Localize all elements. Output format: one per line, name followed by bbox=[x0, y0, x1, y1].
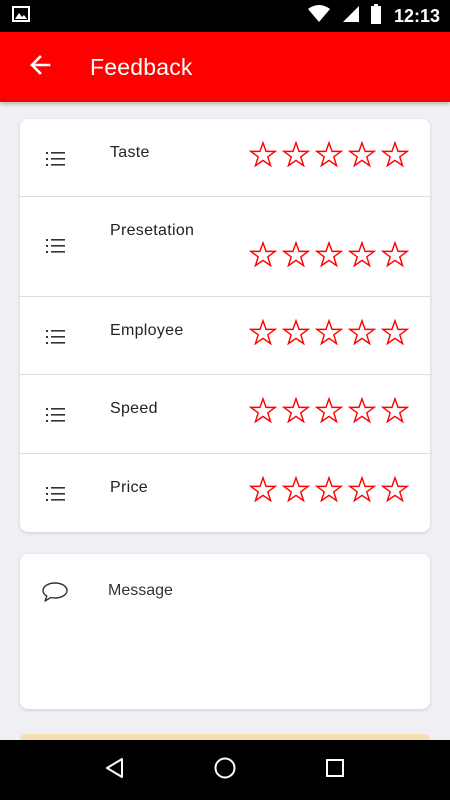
back-triangle-icon bbox=[104, 757, 126, 784]
star-icon[interactable] bbox=[282, 141, 310, 169]
rating-label: Price bbox=[110, 479, 148, 496]
nav-home-button[interactable] bbox=[205, 750, 245, 790]
star-icon[interactable] bbox=[315, 397, 343, 425]
image-icon bbox=[12, 5, 30, 27]
star-icon[interactable] bbox=[348, 141, 376, 169]
rating-label: Presetation bbox=[110, 222, 195, 239]
wifi-icon bbox=[307, 4, 330, 28]
nav-recents-button[interactable] bbox=[315, 750, 355, 790]
message-input[interactable] bbox=[108, 582, 408, 682]
star-icon[interactable] bbox=[282, 476, 310, 504]
star-icon[interactable] bbox=[381, 397, 409, 425]
list-icon bbox=[44, 403, 68, 427]
nav-back-button[interactable] bbox=[95, 750, 135, 790]
star-icon[interactable] bbox=[282, 397, 310, 425]
list-icon bbox=[44, 147, 68, 171]
star-icon[interactable] bbox=[381, 141, 409, 169]
list-icon bbox=[44, 482, 68, 506]
star-icon[interactable] bbox=[315, 241, 343, 269]
signal-icon bbox=[340, 5, 360, 28]
star-icon[interactable] bbox=[348, 319, 376, 347]
recents-square-icon bbox=[324, 757, 346, 784]
rating-label: Taste bbox=[110, 144, 150, 161]
chat-bubble-icon bbox=[41, 580, 69, 604]
rating-row-employee: Employee bbox=[20, 297, 430, 375]
star-icon[interactable] bbox=[348, 397, 376, 425]
rating-label: Employee bbox=[110, 322, 184, 339]
page-title: Feedback bbox=[90, 53, 193, 80]
star-icon[interactable] bbox=[315, 476, 343, 504]
list-icon bbox=[44, 234, 68, 258]
star-icon[interactable] bbox=[381, 319, 409, 347]
message-card bbox=[20, 554, 430, 709]
star-icon[interactable] bbox=[249, 319, 277, 347]
star-icon[interactable] bbox=[249, 241, 277, 269]
star-icon[interactable] bbox=[348, 241, 376, 269]
star-icon[interactable] bbox=[381, 476, 409, 504]
star-rating[interactable] bbox=[249, 476, 409, 504]
rating-row-price: Price bbox=[20, 454, 430, 532]
arrow-left-icon bbox=[29, 54, 51, 81]
star-icon[interactable] bbox=[249, 397, 277, 425]
star-icon[interactable] bbox=[315, 141, 343, 169]
home-circle-icon bbox=[213, 756, 237, 785]
star-rating[interactable] bbox=[249, 397, 409, 425]
star-icon[interactable] bbox=[282, 241, 310, 269]
battery-icon bbox=[370, 3, 382, 29]
star-rating[interactable] bbox=[249, 241, 409, 269]
star-icon[interactable] bbox=[249, 476, 277, 504]
star-icon[interactable] bbox=[249, 141, 277, 169]
star-rating[interactable] bbox=[249, 141, 409, 169]
rating-label: Speed bbox=[110, 400, 158, 417]
status-time: 12:13 bbox=[393, 5, 440, 26]
feedback-screen: 12:13 Feedback Taste Presetation Employe… bbox=[0, 0, 450, 800]
star-icon[interactable] bbox=[381, 241, 409, 269]
app-bar: Feedback bbox=[0, 32, 450, 102]
status-bar: 12:13 bbox=[0, 0, 450, 32]
back-button[interactable] bbox=[10, 32, 70, 102]
star-rating[interactable] bbox=[249, 319, 409, 347]
rating-row-taste: Taste bbox=[20, 119, 430, 197]
list-icon bbox=[44, 325, 68, 349]
rating-card: Taste Presetation Employee Speed Price bbox=[20, 119, 430, 532]
system-nav-bar bbox=[0, 740, 450, 800]
star-icon[interactable] bbox=[315, 319, 343, 347]
star-icon[interactable] bbox=[282, 319, 310, 347]
star-icon[interactable] bbox=[348, 476, 376, 504]
rating-row-speed: Speed bbox=[20, 375, 430, 454]
rating-row-presentation: Presetation bbox=[20, 197, 430, 297]
